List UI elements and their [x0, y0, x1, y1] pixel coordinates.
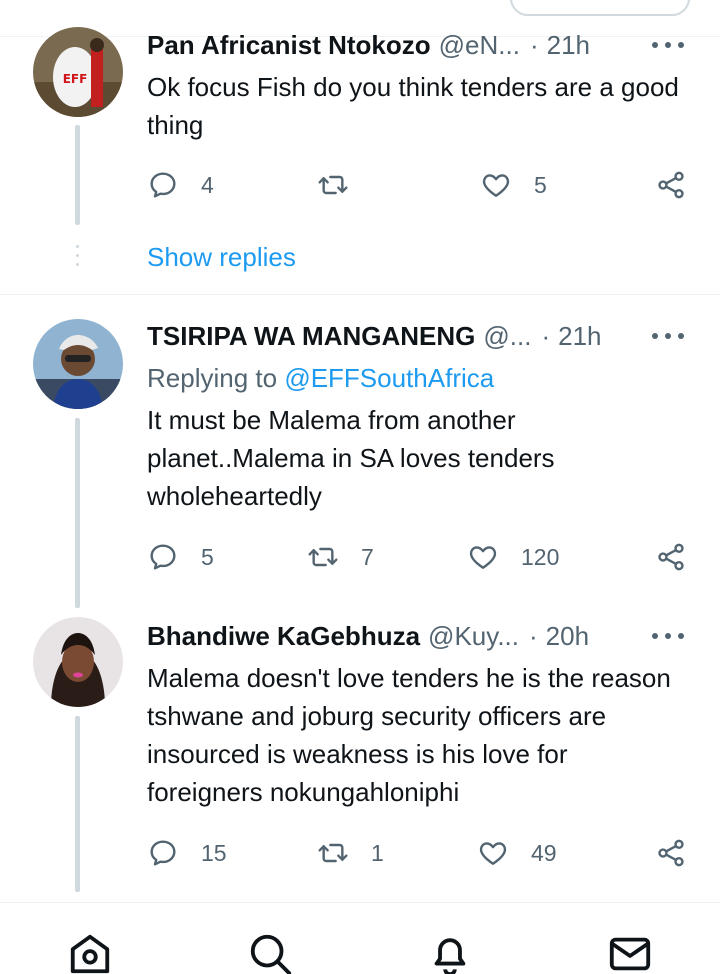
notifications-icon [434, 938, 466, 974]
share-icon [658, 543, 684, 571]
more-options-icon[interactable] [652, 25, 684, 65]
replying-mention[interactable]: @EFFSouthAfrica [284, 363, 494, 393]
reply-count: 4 [201, 171, 214, 198]
reply-count: 5 [201, 543, 214, 570]
author-handle[interactable]: @Kuy... [428, 621, 519, 652]
like-count: 49 [531, 839, 557, 866]
tweet-actions: 4 5 [147, 165, 692, 205]
heart-icon [469, 546, 497, 569]
author-name[interactable]: TSIRIPA WA MANGANENG [147, 321, 475, 352]
more-options-icon[interactable] [652, 316, 684, 356]
separator-dot: · [528, 620, 538, 651]
show-replies-link[interactable]: Show replies [147, 242, 296, 273]
like-button[interactable]: 5 [480, 165, 547, 205]
retweet-count: 7 [361, 543, 374, 570]
avatar[interactable] [33, 617, 123, 707]
man-cap-avatar-icon [33, 319, 123, 409]
retweet-icon [318, 843, 348, 863]
tweet-text: It must be Malema from another planet..M… [147, 405, 555, 511]
timestamp[interactable]: 21h [547, 30, 590, 61]
top-pill-button[interactable] [510, 0, 690, 16]
like-count: 5 [534, 171, 547, 198]
retweet-icon [318, 175, 348, 195]
separator-dot: · [541, 320, 551, 351]
messages-icon [609, 937, 651, 971]
share-button[interactable] [655, 833, 687, 873]
avatar[interactable]: EFF [33, 27, 123, 117]
reply-icon [150, 840, 176, 866]
replying-prefix: Replying to [147, 363, 278, 393]
share-icon [658, 171, 684, 199]
reply-button[interactable]: 15 [147, 833, 227, 873]
author-name[interactable]: Bhandiwe KaGebhuza [147, 621, 420, 652]
tweet-actions: 15 1 49 [147, 833, 692, 873]
retweet-count: 1 [371, 839, 384, 866]
retweet-button[interactable] [317, 165, 371, 205]
retweet-icon [308, 547, 338, 567]
retweet-button[interactable]: 1 [317, 833, 384, 873]
reply-button[interactable]: 5 [147, 537, 214, 577]
home-icon [70, 934, 110, 974]
thread-line [75, 716, 80, 892]
retweet-button[interactable]: 7 [307, 537, 374, 577]
tweet-header: TSIRIPA WA MANGANENG @... · 21h [147, 316, 700, 356]
share-button[interactable] [655, 165, 687, 205]
tweet-header: Pan Africanist Ntokozo @eN... · 21h [147, 25, 700, 65]
tweet-actions: 5 7 120 [147, 537, 692, 577]
like-button[interactable]: 120 [467, 537, 559, 577]
more-options-icon[interactable] [652, 616, 684, 656]
share-button[interactable] [655, 537, 687, 577]
heart-icon [482, 174, 510, 197]
thread-line [75, 125, 80, 225]
eff-avatar-icon: EFF [33, 27, 123, 117]
avatar[interactable] [33, 319, 123, 409]
tweet-header: Bhandiwe KaGebhuza @Kuy... · 20h [147, 616, 700, 656]
svg-text:EFF: EFF [63, 72, 88, 86]
reply-count: 15 [201, 839, 227, 866]
author-name[interactable]: Pan Africanist Ntokozo [147, 30, 431, 61]
timestamp[interactable]: 21h [558, 321, 601, 352]
search-icon [250, 934, 292, 974]
nav-search[interactable] [247, 931, 293, 974]
heart-icon [479, 842, 507, 865]
reply-icon [150, 172, 176, 198]
thread-line [75, 418, 80, 608]
tweet-text: Ok focus Fish do you think tenders are a… [147, 72, 679, 140]
separator-dot: · [529, 29, 539, 60]
author-handle[interactable]: @eN... [439, 30, 520, 61]
nav-notifications[interactable] [427, 931, 473, 974]
reply-button[interactable]: 4 [147, 165, 214, 205]
like-count: 120 [521, 543, 560, 570]
replying-to: Replying to @EFFSouthAfrica [147, 363, 494, 394]
bottom-nav [0, 902, 720, 974]
reply-icon [150, 544, 176, 570]
share-icon [658, 839, 684, 867]
divider [0, 294, 720, 295]
tweet-text: Malema doesn't love tenders he is the re… [147, 663, 671, 807]
collapsed-thread-dots [76, 245, 79, 272]
timestamp[interactable]: 20h [546, 621, 589, 652]
woman-avatar-icon [33, 617, 123, 707]
nav-home[interactable] [67, 931, 113, 974]
author-handle[interactable]: @... [483, 321, 531, 352]
nav-messages[interactable] [607, 931, 653, 974]
like-button[interactable]: 49 [477, 833, 557, 873]
